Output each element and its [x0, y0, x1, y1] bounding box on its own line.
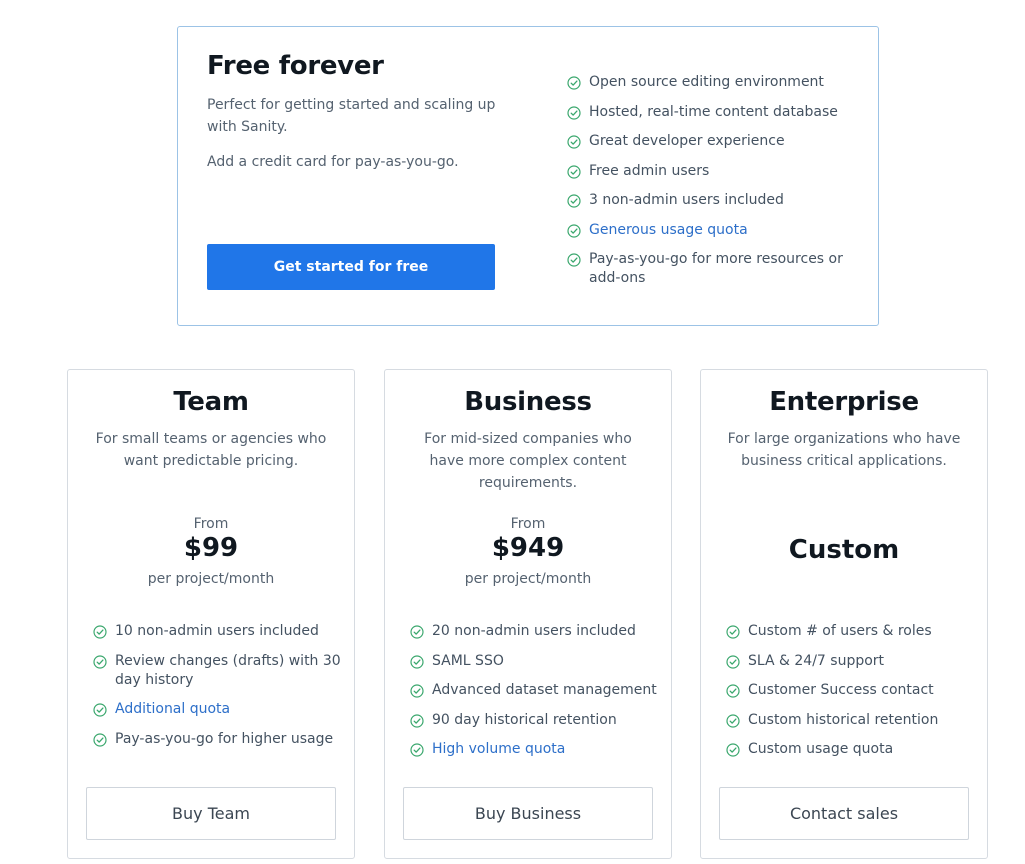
free-feature-list: Open source editing environment Hosted, r…	[567, 73, 857, 299]
check-circle-icon	[410, 684, 424, 698]
plan-price: Custom	[788, 535, 900, 565]
check-circle-icon	[726, 625, 740, 639]
check-circle-icon	[567, 223, 581, 238]
feature-text: Pay-as-you-go for more resources or add-…	[589, 251, 843, 286]
plan-feature-list: Custom # of users & roles SLA & 24/7 supp…	[726, 622, 986, 770]
feature-text: 90 day historical retention	[432, 711, 617, 728]
plan-card-team: Team For small teams or agencies who wan…	[67, 369, 355, 859]
feature-item: Customer Success contact	[726, 681, 986, 700]
feature-text: 10 non-admin users included	[115, 623, 319, 639]
check-circle-icon	[410, 713, 424, 728]
feature-text: Hosted, real-time content database	[589, 103, 838, 120]
feature-text: Open source editing environment	[589, 74, 824, 90]
feature-text: Custom usage quota	[748, 741, 894, 757]
feature-text: Custom historical retention	[748, 711, 939, 728]
check-circle-icon	[567, 194, 581, 208]
free-plan-description: Perfect for getting started and scaling …	[207, 97, 496, 135]
plan-feature-list: 20 non-admin users included SAML SSO Advan…	[410, 622, 670, 770]
feature-item: Great developer experience	[567, 132, 857, 151]
buy-business-button[interactable]: Buy Business	[403, 787, 653, 840]
feature-text: Great developer experience	[589, 133, 785, 149]
feature-text[interactable]: Generous usage quota	[589, 221, 748, 240]
feature-item: Review changes (drafts) with 30 day hist…	[93, 652, 353, 690]
feature-item: Pay-as-you-go for higher usage	[93, 730, 353, 749]
check-circle-icon	[93, 654, 107, 669]
feature-text[interactable]: Additional quota	[115, 700, 230, 719]
feature-text: Pay-as-you-go for higher usage	[115, 730, 334, 747]
plan-name: Team	[173, 387, 249, 417]
check-circle-icon	[93, 703, 107, 717]
feature-item: Open source editing environment	[567, 73, 857, 92]
get-started-button[interactable]: Get started for free	[207, 244, 495, 290]
check-circle-icon	[410, 743, 424, 757]
feature-link-item[interactable]: Additional quota	[93, 700, 353, 719]
price-from-label: From	[510, 516, 546, 532]
free-plan-title: Free forever	[207, 51, 384, 81]
feature-text: 3 non-admin users included	[589, 192, 784, 208]
check-circle-icon	[567, 105, 581, 120]
feature-text: SAML SSO	[432, 652, 504, 669]
price-from-label: From	[193, 516, 229, 532]
check-circle-icon	[410, 625, 424, 639]
feature-text: Review changes (drafts) with 30 day hist…	[115, 652, 341, 688]
free-plan-card: Free forever Perfect for getting started…	[177, 26, 879, 326]
price-period: per project/month	[464, 571, 592, 587]
feature-item: Advanced dataset management	[410, 681, 670, 700]
feature-text[interactable]: High volume quota	[432, 740, 565, 759]
feature-item: SAML SSO	[410, 652, 670, 671]
plan-name: Business	[464, 387, 592, 417]
plan-description: For small teams or agencies who want pre…	[95, 431, 327, 469]
check-circle-icon	[726, 713, 740, 728]
feature-item: Custom usage quota	[726, 740, 986, 759]
check-circle-icon	[567, 253, 581, 267]
feature-text: Custom # of users & roles	[748, 623, 932, 639]
plan-name: Enterprise	[769, 387, 919, 417]
feature-item: Custom # of users & roles	[726, 622, 986, 641]
feature-item: Pay-as-you-go for more resources or add-…	[567, 250, 857, 288]
check-circle-icon	[567, 135, 581, 149]
plan-price: $99	[183, 533, 239, 563]
feature-text: 20 non-admin users included	[432, 623, 636, 639]
feature-item: 3 non-admin users included	[567, 191, 857, 210]
feature-item: 20 non-admin users included	[410, 622, 670, 641]
plan-price: $949	[491, 533, 565, 563]
feature-item: 90 day historical retention	[410, 711, 670, 730]
feature-link-item[interactable]: Generous usage quota	[567, 221, 857, 240]
check-circle-icon	[410, 654, 424, 669]
feature-text: Customer Success contact	[748, 682, 934, 698]
check-circle-icon	[567, 164, 581, 179]
buy-team-button[interactable]: Buy Team	[86, 787, 336, 840]
feature-text: Free admin users	[589, 162, 710, 179]
check-circle-icon	[726, 684, 740, 698]
plan-feature-list: 10 non-admin users included Review change…	[93, 622, 353, 759]
check-circle-icon	[726, 743, 740, 757]
price-period: per project/month	[147, 571, 275, 587]
feature-item: SLA & 24/7 support	[726, 652, 986, 671]
check-circle-icon	[93, 732, 107, 747]
feature-item: 10 non-admin users included	[93, 622, 353, 641]
feature-text: Advanced dataset management	[432, 682, 657, 698]
plan-card-enterprise: Enterprise For large organizations who h…	[700, 369, 988, 859]
feature-item: Hosted, real-time content database	[567, 103, 857, 122]
free-plan-note: Add a credit card for pay-as-you-go.	[207, 154, 459, 170]
plan-description: For mid-sized companies who have more co…	[424, 431, 632, 491]
feature-item: Custom historical retention	[726, 711, 986, 730]
check-circle-icon	[567, 76, 581, 90]
check-circle-icon	[726, 654, 740, 669]
check-circle-icon	[93, 625, 107, 639]
plan-description: For large organizations who have busines…	[727, 431, 961, 469]
plan-card-business: Business For mid-sized companies who hav…	[384, 369, 672, 859]
feature-link-item[interactable]: High volume quota	[410, 740, 670, 759]
contact-sales-button[interactable]: Contact sales	[719, 787, 969, 840]
feature-text: SLA & 24/7 support	[748, 652, 885, 669]
feature-item: Free admin users	[567, 162, 857, 181]
